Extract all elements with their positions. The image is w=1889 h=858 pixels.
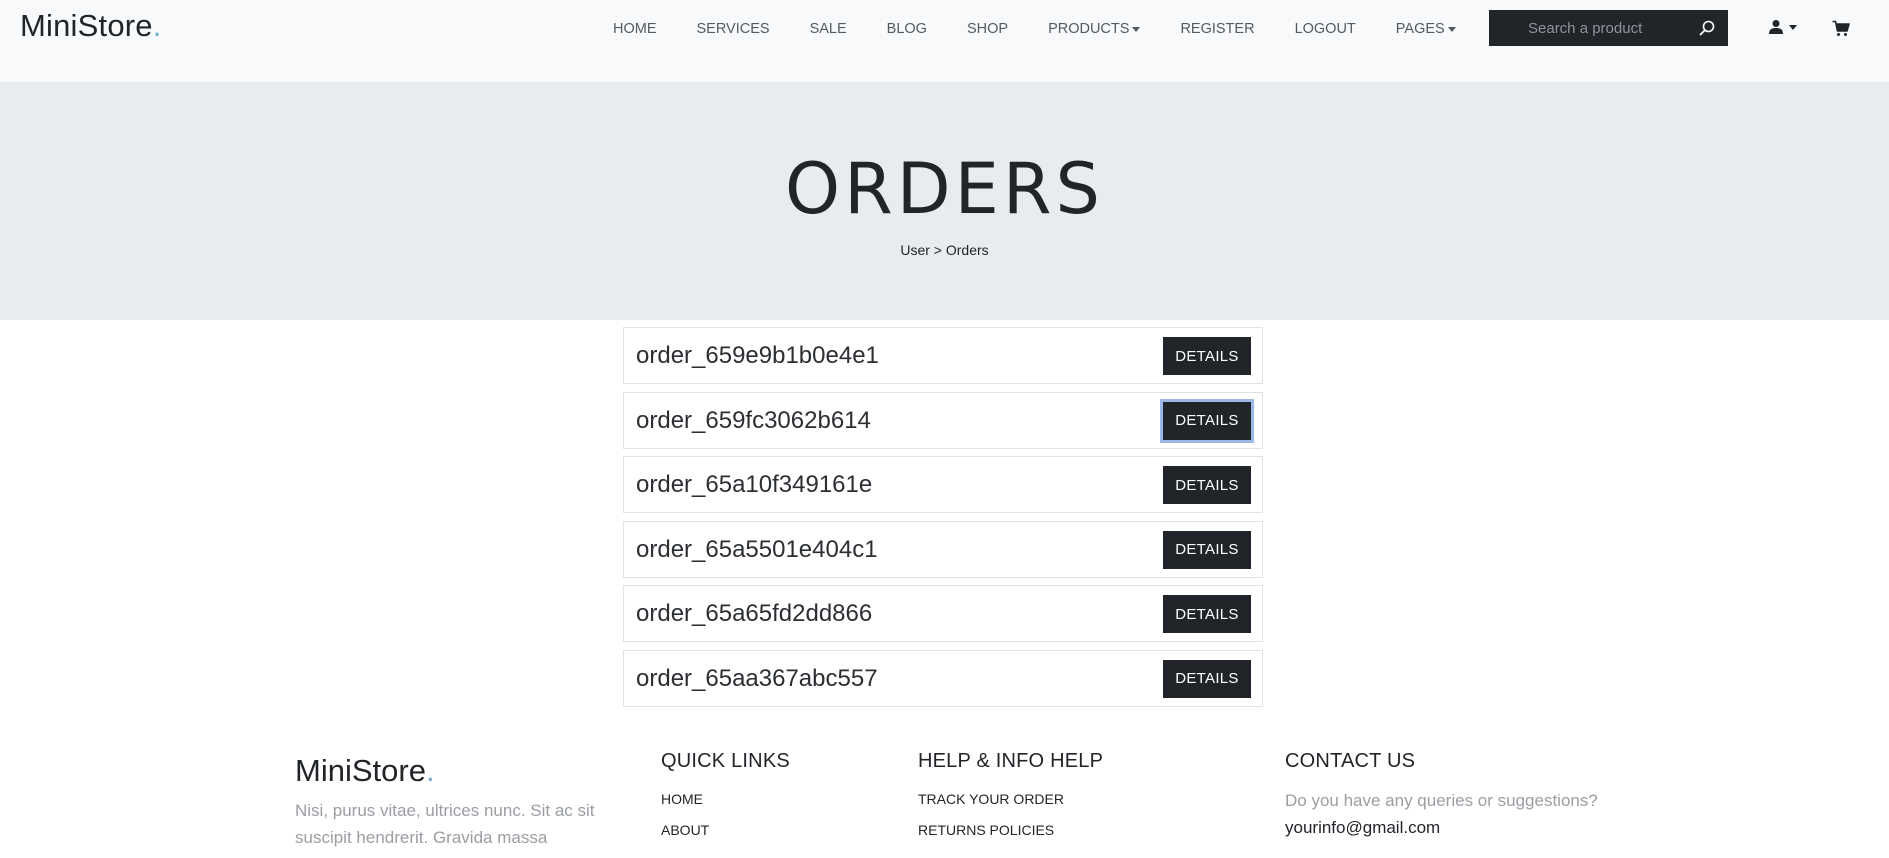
nav-pages-dropdown[interactable]: PAGES	[1396, 20, 1456, 38]
cart-icon[interactable]	[1832, 20, 1850, 37]
nav-shop[interactable]: SHOP	[967, 20, 1008, 38]
nav-logout[interactable]: LOGOUT	[1295, 20, 1356, 38]
caret-down-icon	[1132, 26, 1141, 32]
footer-about-text: Nisi, purus vitae, ultrices nunc. Sit ac…	[295, 801, 595, 847]
search-icon[interactable]	[1698, 19, 1716, 37]
footer-link-about[interactable]: ABOUT	[661, 822, 709, 838]
nav-sale[interactable]: SALE	[810, 20, 847, 38]
details-button[interactable]: DETAILS	[1163, 530, 1251, 569]
nav-register[interactable]: REGISTER	[1180, 20, 1254, 38]
nav-blog[interactable]: BLOG	[887, 20, 927, 38]
details-button[interactable]: DETAILS	[1163, 595, 1251, 633]
nav-services[interactable]: SERVICES	[697, 20, 770, 38]
order-id: order_659e9b1b0e4e1	[636, 342, 879, 369]
caret-down-icon	[1447, 26, 1456, 32]
order-row: order_659e9b1b0e4e1 DETAILS	[623, 327, 1263, 384]
details-button[interactable]: DETAILS	[1163, 337, 1251, 375]
order-id: order_659fc3062b614	[636, 406, 871, 434]
details-button[interactable]: DETAILS	[1160, 398, 1254, 443]
page-hero: ORDERS User > Orders	[0, 82, 1889, 320]
details-button[interactable]: DETAILS	[1163, 659, 1251, 698]
order-id: order_65a65fd2dd866	[636, 600, 873, 627]
help-info-heading: HELP & INFO HELP	[918, 750, 1104, 772]
details-button[interactable]: DETAILS	[1163, 466, 1251, 504]
order-row: order_65a5501e404c1 DETAILS	[623, 520, 1263, 578]
brand-logo[interactable]: MiniStore.	[20, 8, 162, 44]
order-row: order_65a65fd2dd866 DETAILS	[623, 585, 1263, 642]
nav-home[interactable]: HOME	[613, 20, 657, 38]
order-row: order_659fc3062b614 DETAILS	[623, 391, 1263, 449]
order-id: order_65a10f349161e	[636, 471, 873, 498]
order-row: order_65aa367abc557 DETAILS	[623, 649, 1263, 707]
caret-down-icon	[1789, 24, 1797, 30]
footer-link-returns[interactable]: RETURNS POLICIES	[918, 822, 1054, 838]
page-title: ORDERS	[785, 148, 1104, 230]
contact-email-link[interactable]: yourinfo@gmail.com	[1285, 818, 1440, 838]
footer-link-track-order[interactable]: TRACK YOUR ORDER	[918, 791, 1064, 807]
nav-products-dropdown[interactable]: PRODUCTS	[1048, 20, 1141, 38]
user-icon	[1769, 20, 1783, 34]
search-box	[1489, 10, 1728, 46]
contact-heading: CONTACT US	[1285, 750, 1416, 772]
footer-link-home[interactable]: HOME	[661, 791, 703, 807]
contact-question: Do you have any queries or suggestions?	[1285, 791, 1598, 810]
quick-links-heading: QUICK LINKS	[661, 750, 790, 772]
search-input[interactable]	[1489, 19, 1689, 37]
order-id: order_65a5501e404c1	[636, 535, 878, 563]
main-nav: HOME SERVICES SALE BLOG SHOP PRODUCTS RE…	[613, 20, 1496, 38]
top-navbar: MiniStore. HOME SERVICES SALE BLOG SHOP …	[0, 0, 1889, 82]
orders-list: order_659e9b1b0e4e1 DETAILS order_659fc3…	[623, 327, 1263, 714]
order-id: order_65aa367abc557	[636, 664, 878, 692]
breadcrumb: User > Orders	[900, 242, 989, 258]
footer-brand-logo[interactable]: MiniStore.	[295, 753, 435, 789]
order-row: order_65a10f349161e DETAILS	[623, 456, 1263, 513]
user-menu-dropdown[interactable]	[1768, 19, 1797, 35]
